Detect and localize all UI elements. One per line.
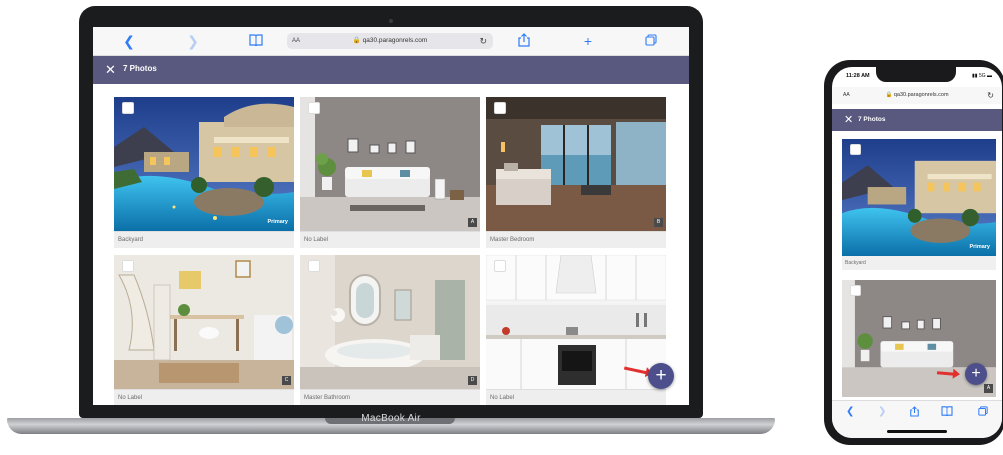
laptop-brand-label: MacBook Air bbox=[361, 413, 421, 424]
photo-card[interactable]: Primary Backyard bbox=[114, 97, 294, 248]
lock-icon: 🔒 bbox=[352, 37, 361, 44]
photo-label: Master Bathroom bbox=[300, 389, 480, 405]
add-photo-button[interactable]: + bbox=[648, 363, 674, 389]
laptop-screen: ❮ ❯ AA 🔒 qa30.paragonrels.com ↻ + ✕ 7 Ph… bbox=[93, 27, 689, 405]
chevron-right-icon[interactable]: ❯ bbox=[878, 406, 886, 417]
laptop-camera bbox=[389, 19, 393, 23]
checkbox-icon[interactable] bbox=[122, 102, 134, 114]
photo-order-tag: C bbox=[282, 376, 291, 385]
tabs-icon[interactable] bbox=[643, 33, 659, 49]
photo-living-room[interactable]: A bbox=[300, 97, 480, 231]
home-indicator[interactable] bbox=[887, 430, 947, 433]
chevron-left-icon[interactable]: ❮ bbox=[121, 33, 137, 49]
reload-icon[interactable]: ↻ bbox=[987, 87, 994, 104]
primary-badge: Primary bbox=[267, 219, 289, 225]
photo-office[interactable]: C bbox=[114, 255, 294, 389]
photo-label: Backyard bbox=[845, 260, 866, 266]
photo-label: No Label bbox=[300, 231, 480, 248]
text-size-button[interactable]: AA bbox=[292, 33, 300, 49]
url-text: qa30.paragonrels.com bbox=[893, 92, 949, 98]
share-icon[interactable] bbox=[516, 33, 532, 49]
checkbox-icon[interactable] bbox=[494, 260, 506, 272]
phone-notch bbox=[876, 67, 956, 82]
photo-label: No Label bbox=[114, 389, 294, 405]
photo-order-tag: A bbox=[984, 384, 993, 393]
url-text: qa30.paragonrels.com bbox=[362, 37, 428, 44]
checkbox-icon[interactable] bbox=[494, 102, 506, 114]
status-indicators: ▮▮ 5G ▬ bbox=[972, 73, 992, 79]
photo-card[interactable]: Primary Backyard bbox=[842, 139, 996, 270]
photo-card[interactable]: D Master Bathroom bbox=[300, 255, 480, 405]
page-title: 7 Photos bbox=[858, 116, 886, 123]
checkbox-icon[interactable] bbox=[850, 285, 861, 296]
photo-master-bathroom[interactable]: D bbox=[300, 255, 480, 389]
photo-label: Backyard bbox=[114, 231, 294, 248]
photo-order-tag: A bbox=[468, 218, 477, 227]
photo-order-tag: B bbox=[654, 218, 663, 227]
add-photo-button[interactable]: + bbox=[965, 363, 987, 385]
chevron-left-icon[interactable]: ❮ bbox=[846, 406, 854, 417]
reload-icon[interactable]: ↻ bbox=[479, 33, 487, 49]
browser-toolbar: ❮ ❯ AA 🔒 qa30.paragonrels.com ↻ + bbox=[93, 27, 689, 56]
checkbox-icon[interactable] bbox=[850, 144, 861, 155]
text-size-button[interactable]: AA bbox=[843, 87, 850, 104]
app-header: ✕ 7 Photos bbox=[93, 56, 689, 84]
lock-icon: 🔒 bbox=[885, 92, 893, 98]
photo-card[interactable]: B Master Bedroom bbox=[486, 97, 666, 248]
checkbox-icon[interactable] bbox=[122, 260, 134, 272]
status-time: 11:28 AM bbox=[846, 73, 870, 79]
checkbox-icon[interactable] bbox=[308, 102, 320, 114]
app-header: ✕ 7 Photos bbox=[832, 109, 1002, 131]
close-icon[interactable]: ✕ bbox=[844, 113, 853, 126]
photo-master-bedroom[interactable]: B bbox=[486, 97, 666, 231]
photo-backyard[interactable]: Primary bbox=[842, 139, 996, 256]
phone-screen: 11:28 AM ▮▮ 5G ▬ AA 🔒 qa30.paragonrels.c… bbox=[832, 67, 1002, 438]
address-bar[interactable]: AA 🔒 qa30.paragonrels.com ↻ bbox=[832, 87, 1002, 104]
battery-icon: ▬ bbox=[987, 73, 992, 79]
photo-label: No Label bbox=[486, 389, 666, 405]
primary-badge: Primary bbox=[969, 244, 991, 250]
photo-card[interactable]: A No Label bbox=[300, 97, 480, 248]
book-icon[interactable] bbox=[248, 33, 264, 49]
product-showcase: ❮ ❯ AA 🔒 qa30.paragonrels.com ↻ + ✕ 7 Ph… bbox=[0, 0, 1003, 455]
photo-label: Master Bedroom bbox=[486, 231, 666, 248]
address-bar[interactable]: AA 🔒 qa30.paragonrels.com ↻ bbox=[287, 33, 493, 49]
network-label: 5G bbox=[978, 73, 986, 79]
share-icon[interactable] bbox=[910, 406, 919, 420]
close-icon[interactable]: ✕ bbox=[105, 62, 116, 78]
plus-icon[interactable]: + bbox=[580, 33, 596, 49]
tabs-icon[interactable] bbox=[978, 406, 988, 419]
chevron-right-icon[interactable]: ❯ bbox=[185, 33, 201, 49]
signal-icon: ▮▮ bbox=[972, 73, 978, 79]
photo-order-tag: D bbox=[468, 376, 477, 385]
page-title: 7 Photos bbox=[123, 64, 157, 73]
checkbox-icon[interactable] bbox=[308, 260, 320, 272]
photo-card[interactable]: No Label bbox=[486, 255, 666, 405]
photo-backyard[interactable]: Primary bbox=[114, 97, 294, 231]
book-icon[interactable] bbox=[941, 406, 953, 419]
photo-card[interactable]: C No Label bbox=[114, 255, 294, 405]
